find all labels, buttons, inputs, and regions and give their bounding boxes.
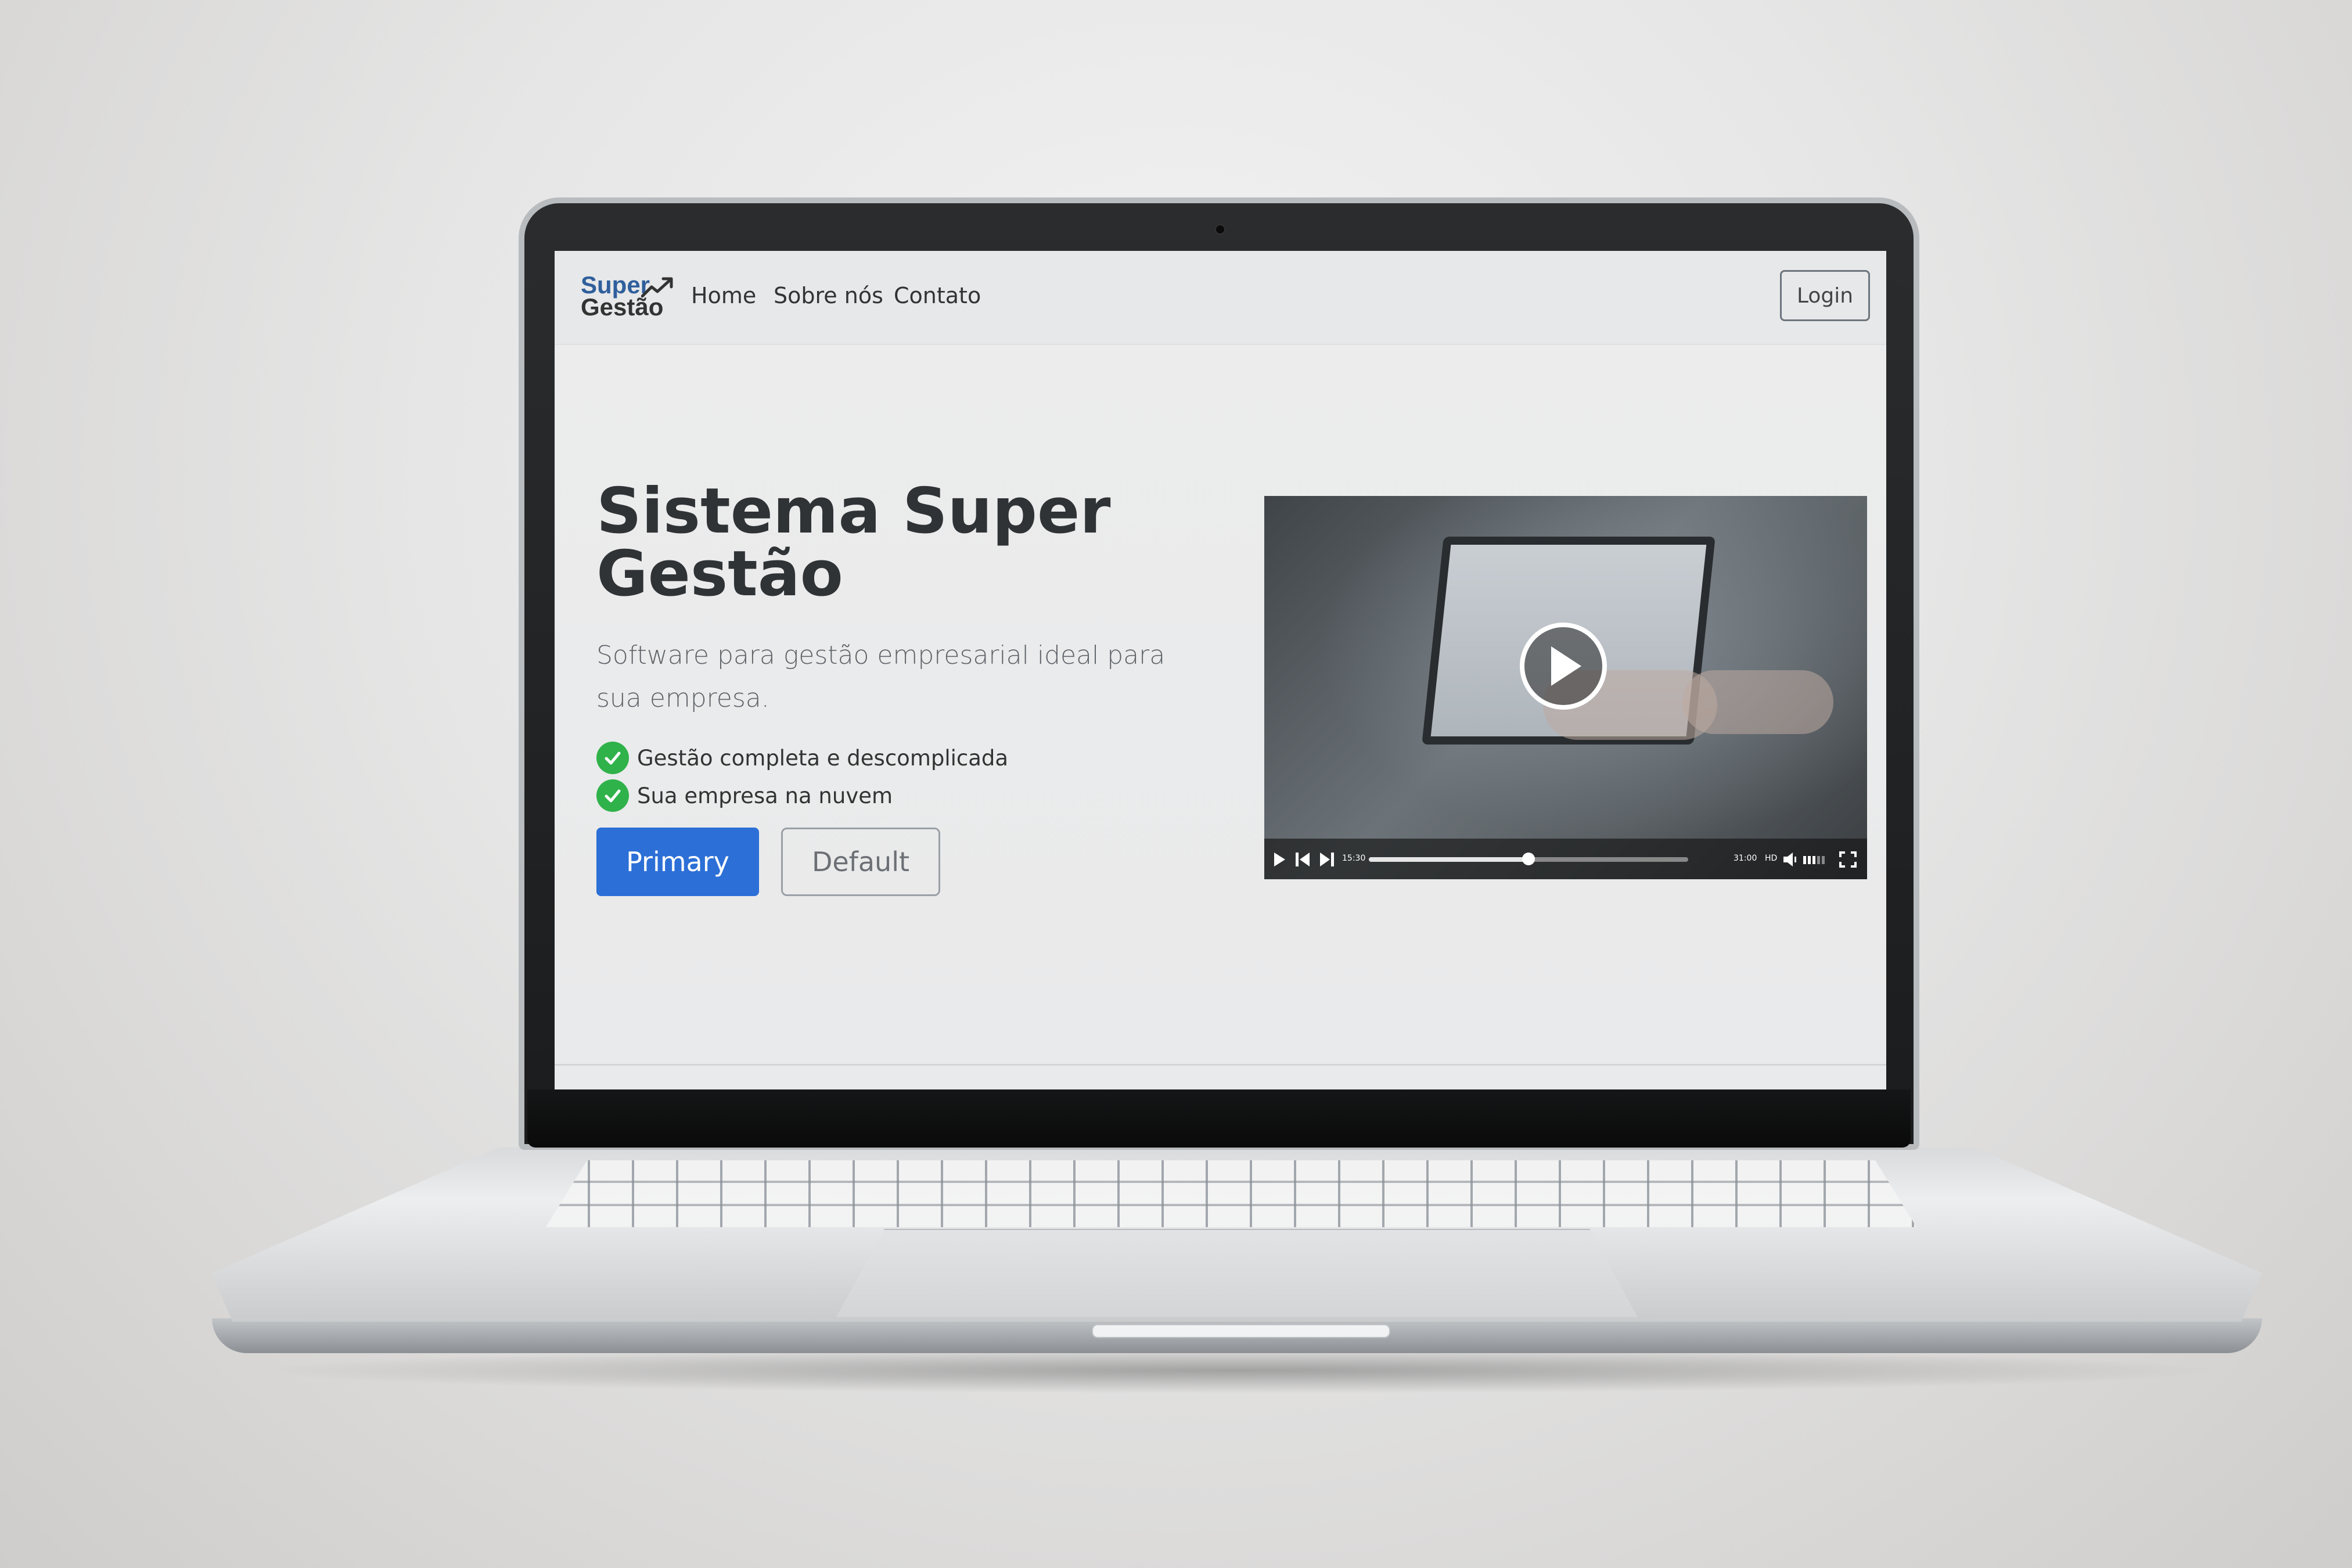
laptop-keyboard-rows: [546, 1160, 1916, 1227]
quality-toggle[interactable]: HD: [1765, 854, 1777, 863]
laptop-lid-notch: [1092, 1324, 1390, 1338]
skip-back-icon[interactable]: [1294, 851, 1311, 868]
hero-subtitle: Software para gestão empresarial ideal p…: [596, 641, 1166, 713]
trend-arrow-icon: [641, 277, 673, 298]
check-circle-icon: [596, 742, 629, 774]
webcam: [1215, 224, 1225, 235]
current-time: 15:30: [1342, 854, 1366, 863]
volume-level-icon[interactable]: [1803, 854, 1826, 865]
progress-handle[interactable]: [1522, 853, 1535, 865]
navbar: Super Gestão Home Sobre nós Contato Logi…: [555, 251, 1886, 345]
login-button[interactable]: Login: [1780, 270, 1870, 321]
hero-title: Sistema Super Gestão: [596, 475, 1111, 610]
nav-link-home[interactable]: Home: [691, 283, 756, 308]
content-divider: [555, 1064, 1886, 1066]
video-controls-bar: 15:30 31:00 HD: [1264, 839, 1867, 879]
nav-link-sobre-nos[interactable]: Sobre nós: [774, 283, 883, 308]
laptop-shadow: [244, 1347, 2230, 1394]
feature-item: Sua empresa na nuvem: [596, 779, 893, 812]
laptop-trackpad: [836, 1229, 1638, 1317]
nav-link-contato[interactable]: Contato: [894, 283, 981, 308]
progress-fill: [1369, 857, 1529, 862]
duration: 31:00: [1734, 854, 1757, 863]
primary-button[interactable]: Primary: [596, 828, 759, 896]
volume-icon[interactable]: [1782, 851, 1800, 868]
skip-forward-icon[interactable]: [1319, 851, 1335, 868]
feature-label: Sua empresa na nuvem: [637, 783, 893, 808]
video-thumbnail-hands: [1682, 670, 1833, 734]
play-icon[interactable]: [1272, 851, 1286, 868]
fullscreen-icon[interactable]: [1839, 851, 1857, 868]
laptop-screen: Super Gestão Home Sobre nós Contato Logi…: [555, 251, 1886, 1089]
logo-text-gestao: Gestão: [581, 293, 664, 321]
default-button[interactable]: Default: [781, 828, 940, 896]
screen-bezel-bottom: [527, 1089, 1911, 1148]
feature-label: Gestão completa e descomplicada: [637, 745, 1009, 771]
play-icon: [1551, 646, 1581, 686]
check-circle-icon: [596, 779, 629, 812]
video-player[interactable]: 15:30 31:00 HD: [1264, 496, 1867, 879]
big-play-button[interactable]: [1520, 623, 1607, 710]
feature-item: Gestão completa e descomplicada: [596, 742, 1008, 774]
progress-bar[interactable]: [1369, 853, 1688, 865]
brand-logo[interactable]: Super Gestão: [581, 273, 679, 325]
